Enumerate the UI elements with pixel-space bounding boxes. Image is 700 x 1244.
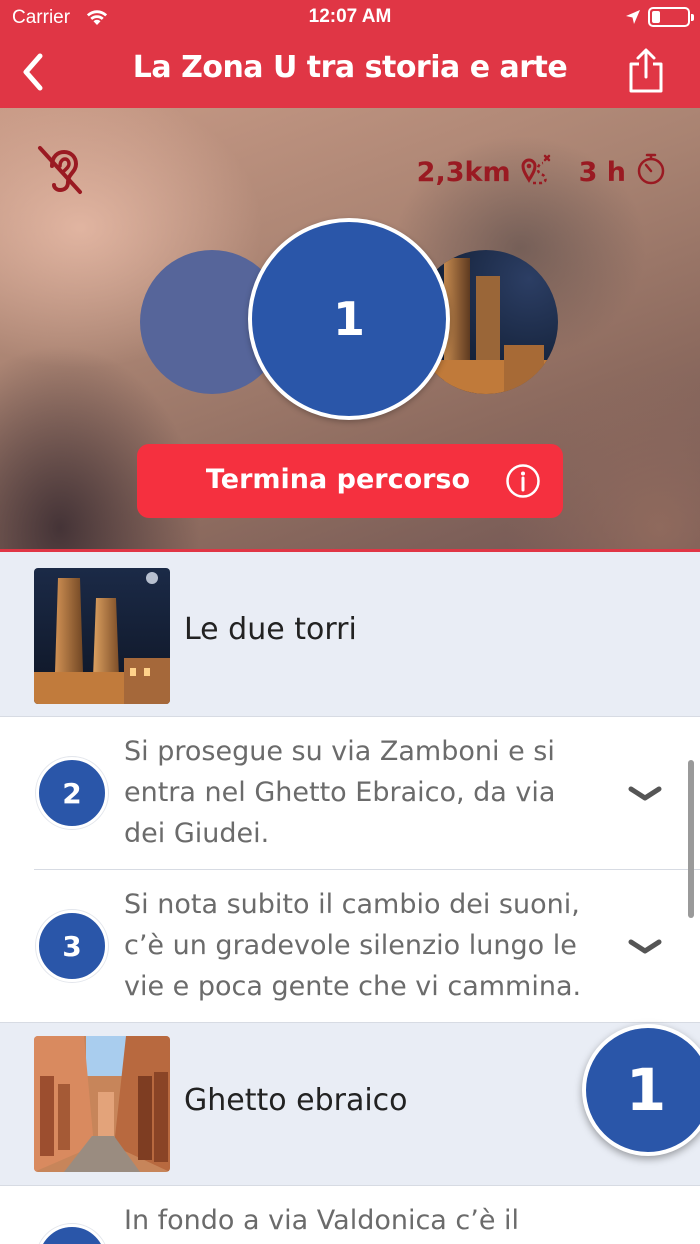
list-item-poi[interactable]: Le due torri [0,552,700,716]
list-item-step[interactable]: 2 Si prosegue su via Zamboni e si entra … [0,717,700,869]
step-description: Si nota subito il cambio dei suoni, c’è … [124,889,582,1002]
list-item-step[interactable]: In fondo a via Valdonica c’è il [0,1186,700,1244]
step-description: In fondo a via Valdonica c’è il [124,1205,520,1236]
clock: 12:07 AM [308,6,392,27]
back-button[interactable] [14,50,54,94]
route-stats: 2,3km 3 h [417,152,666,193]
current-stop-number[interactable]: 1 [248,218,450,420]
poi-title: Ghetto ebraico [184,1083,408,1118]
end-route-button[interactable]: Termina percorso [137,444,563,518]
route-distance: 2,3km [416,157,511,188]
status-bar: Carrier 12:07 AM [0,0,700,36]
share-icon [629,48,663,93]
chevron-left-icon [23,53,43,91]
scrollbar[interactable] [688,760,694,918]
step-number-badge [36,1224,108,1244]
route-header: 2,3km 3 h 1 Termina percorso [0,108,700,552]
list-item-step[interactable]: 3 Si nota subito il cambio dei suoni, c’… [0,870,700,1022]
route-duration: 3 h [578,157,626,188]
location-arrow-icon [624,8,642,30]
end-route-label: Termina percorso [205,464,471,495]
page-title: La Zona U tra storia e arte [132,50,568,85]
towers-photo [34,568,170,704]
info-icon[interactable] [505,463,541,503]
chevron-down-icon[interactable] [626,783,664,805]
step-number-badge: 3 [36,910,108,982]
step-description: Si prosegue su via Zamboni e si entra ne… [124,736,556,849]
ghetto-street-photo [34,1036,170,1172]
hearing-disabled-icon[interactable] [36,144,84,200]
step-number-badge: 2 [36,757,108,829]
top-bar: Carrier 12:07 AM La Zona U tra storia e … [0,0,700,108]
chevron-down-icon[interactable] [626,936,664,958]
battery-icon [648,7,694,27]
timer-icon [636,152,666,193]
route-icon [521,152,553,193]
poi-title: Le due torri [184,612,357,647]
share-button[interactable] [624,46,668,96]
